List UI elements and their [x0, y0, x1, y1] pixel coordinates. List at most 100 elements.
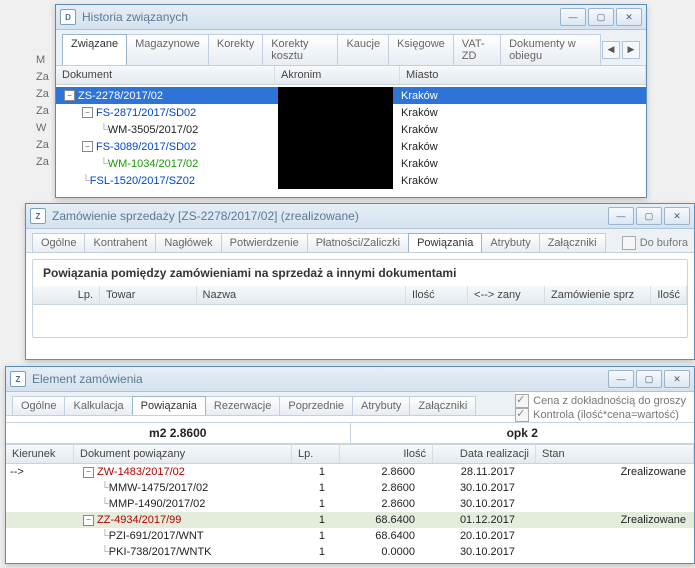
- minimize-icon[interactable]: —: [608, 370, 634, 388]
- tab-powi-zania[interactable]: Powiązania: [408, 233, 482, 252]
- titlebar-history[interactable]: D Historia związanych — ▢ ✕: [56, 5, 646, 30]
- minimize-icon[interactable]: —: [608, 207, 634, 225]
- close-icon[interactable]: ✕: [664, 370, 690, 388]
- tree-element: -->−ZW-1483/2017/0212.860028.11.2017Zrea…: [6, 464, 694, 560]
- doc-link[interactable]: ZZ-4934/2017/99: [97, 514, 181, 526]
- tab-zwi-zane[interactable]: Związane: [62, 34, 127, 65]
- doc-link[interactable]: WM-3505/2017/02: [108, 124, 199, 136]
- col-lp[interactable]: Lp.: [292, 445, 340, 463]
- maximize-icon[interactable]: ▢: [636, 370, 662, 388]
- list-item: M: [34, 51, 54, 68]
- price-precision-check[interactable]: Cena z dokładnością do groszy: [515, 394, 686, 408]
- doc-link[interactable]: FS-2871/2017/SD02: [96, 107, 196, 119]
- app-icon: Z: [10, 371, 26, 387]
- col-city[interactable]: Miasto: [400, 66, 646, 84]
- doc-link[interactable]: ZS-2278/2017/02: [78, 90, 163, 102]
- col-doc-pow[interactable]: Dokument powiązany: [74, 445, 292, 463]
- cell-ilosc: 0.0000: [329, 546, 419, 558]
- col-stan[interactable]: Stan: [536, 445, 694, 463]
- tree-row[interactable]: └ WM-3505/2017/02Kraków: [56, 121, 646, 138]
- col-document[interactable]: Dokument: [56, 66, 275, 84]
- doc-link[interactable]: MMP-1490/2017/02: [109, 498, 206, 510]
- col-sprz[interactable]: Zamówienie sprz: [545, 286, 651, 304]
- tree-toggle-icon[interactable]: −: [82, 107, 93, 118]
- city-cell: Kraków: [393, 141, 438, 153]
- tab-magazynowe[interactable]: Magazynowe: [126, 34, 209, 65]
- tab-za-czniki[interactable]: Załączniki: [409, 396, 476, 415]
- tab-atrybuty[interactable]: Atrybuty: [481, 233, 539, 252]
- tab-powi-zania[interactable]: Powiązania: [132, 396, 206, 415]
- tab-dokumenty-w-obiegu[interactable]: Dokumenty w obiegu: [500, 34, 601, 65]
- tab-kaucje[interactable]: Kaucje: [337, 34, 389, 65]
- doc-link[interactable]: PZI-691/2017/WNT: [109, 530, 204, 542]
- col-towar[interactable]: Towar: [100, 286, 197, 304]
- maximize-icon[interactable]: ▢: [588, 8, 614, 26]
- tab-scroll-left[interactable]: ◀: [602, 41, 620, 59]
- tab-p-atno-ci-zaliczki[interactable]: Płatności/Zaliczki: [307, 233, 409, 252]
- tree-row[interactable]: └ FSL-1520/2017/SZ02Kraków: [56, 172, 646, 189]
- close-icon[interactable]: ✕: [664, 207, 690, 225]
- doc-link[interactable]: ZW-1483/2017/02: [97, 466, 185, 478]
- control-check[interactable]: Kontrola (ilość*cena=wartość): [515, 408, 686, 422]
- window-title: Historia związanych: [82, 10, 560, 24]
- col-data[interactable]: Data realizacji: [433, 445, 536, 463]
- tree-row[interactable]: └ WM-1034/2017/02Kraków: [56, 155, 646, 172]
- tree-row[interactable]: └ MMW-1475/2017/0212.860030.10.2017: [6, 480, 694, 496]
- col-ilosc2[interactable]: Ilość: [651, 286, 687, 304]
- col-lp[interactable]: Lp.: [33, 286, 100, 304]
- tree-row[interactable]: └ MMP-1490/2017/0212.860030.10.2017: [6, 496, 694, 512]
- tree-toggle-icon[interactable]: −: [83, 467, 94, 478]
- maximize-icon[interactable]: ▢: [636, 207, 662, 225]
- doc-link[interactable]: FS-3089/2017/SD02: [96, 141, 196, 153]
- titlebar-element[interactable]: Z Element zamówienia — ▢ ✕: [6, 367, 694, 392]
- titlebar-order[interactable]: Z Zamówienie sprzedaży [ZS-2278/2017/02]…: [26, 204, 694, 229]
- tab-za-czniki[interactable]: Załączniki: [539, 233, 606, 252]
- col-ilosc[interactable]: Ilość: [340, 445, 433, 463]
- tab-og-lne[interactable]: Ogólne: [12, 396, 65, 415]
- tree-row[interactable]: −FS-3089/2017/SD02 Kraków: [56, 138, 646, 155]
- bufor-check[interactable]: Do bufora: [622, 236, 688, 250]
- col-ilosc[interactable]: Ilość: [406, 286, 468, 304]
- tab-korekty-kosztu[interactable]: Korekty kosztu: [262, 34, 338, 65]
- tab-atrybuty[interactable]: Atrybuty: [352, 396, 410, 415]
- city-cell: Kraków: [393, 175, 438, 187]
- tab-kontrahent[interactable]: Kontrahent: [84, 233, 156, 252]
- tree-row[interactable]: −ZZ-4934/2017/99168.640001.12.2017Zreali…: [6, 512, 694, 528]
- col-zany[interactable]: <--> zany: [468, 286, 545, 304]
- col-kierunek[interactable]: Kierunek: [6, 445, 74, 463]
- doc-link[interactable]: FSL-1520/2017/SZ02: [90, 175, 195, 187]
- tab-kalkulacja[interactable]: Kalkulacja: [64, 396, 132, 415]
- tab-scroll-right[interactable]: ▶: [622, 41, 640, 59]
- minimize-icon[interactable]: —: [560, 8, 586, 26]
- tree-row[interactable]: −FS-2871/2017/SD02Kraków: [56, 104, 646, 121]
- tree-row[interactable]: -->−ZW-1483/2017/0212.860028.11.2017Zrea…: [6, 464, 694, 480]
- cell-ilosc: 2.8600: [329, 482, 419, 494]
- doc-link[interactable]: PKI-738/2017/WNTK: [109, 546, 212, 558]
- tree-toggle-icon[interactable]: −: [82, 141, 93, 152]
- tree-toggle-icon[interactable]: −: [83, 515, 94, 526]
- doc-link[interactable]: WM-1034/2017/02: [108, 158, 199, 170]
- tree-row[interactable]: −ZS-2278/2017/02Kraków: [56, 87, 646, 104]
- tab-ksi-gowe[interactable]: Księgowe: [388, 34, 454, 65]
- app-icon: D: [60, 9, 76, 25]
- tab-og-lne[interactable]: Ogólne: [32, 233, 85, 252]
- tree-row[interactable]: └ PKI-738/2017/WNTK10.000030.10.2017: [6, 544, 694, 560]
- tab-potwierdzenie[interactable]: Potwierdzenie: [221, 233, 308, 252]
- direction-arrow: -->: [6, 466, 69, 478]
- tree-toggle-icon[interactable]: −: [64, 90, 75, 101]
- checkbox-icon[interactable]: [622, 236, 636, 250]
- tab-rezerwacje[interactable]: Rezerwacje: [205, 396, 280, 415]
- col-acronym[interactable]: Akronim: [275, 66, 400, 84]
- tab-poprzednie[interactable]: Poprzednie: [279, 396, 353, 415]
- cell-lp: 1: [284, 546, 329, 558]
- tab-vat-zd[interactable]: VAT-ZD: [453, 34, 501, 65]
- masked-acronym: [278, 172, 393, 189]
- doc-link[interactable]: MMW-1475/2017/02: [109, 482, 208, 494]
- summary-opk: opk 2: [351, 423, 695, 443]
- tab-korekty[interactable]: Korekty: [208, 34, 263, 65]
- close-icon[interactable]: ✕: [616, 8, 642, 26]
- col-nazwa[interactable]: Nazwa: [197, 286, 407, 304]
- tree-row[interactable]: └ PZI-691/2017/WNT168.640020.10.2017: [6, 528, 694, 544]
- tab-nag-wek[interactable]: Nagłówek: [155, 233, 221, 252]
- summary-m2: m2 2.8600: [6, 423, 351, 443]
